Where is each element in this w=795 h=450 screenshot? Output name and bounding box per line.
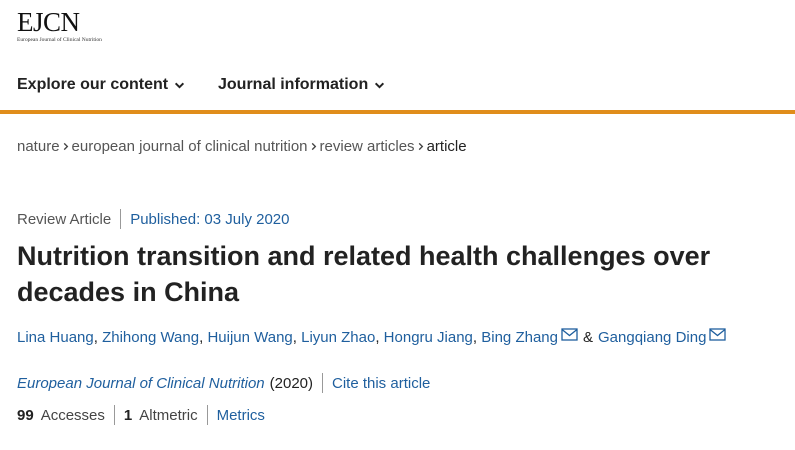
altmetric-label: Altmetric	[139, 406, 198, 424]
metrics-link[interactable]: Metrics	[217, 407, 265, 424]
logo-text: EJCN	[17, 7, 80, 37]
meta-divider	[206, 405, 208, 425]
breadcrumb: nature european journal of clinical nutr…	[17, 138, 467, 155]
author-link[interactable]: Bing Zhang	[481, 329, 558, 346]
main-nav: Explore our content Journal information	[0, 70, 795, 110]
mail-icon[interactable]	[709, 328, 727, 341]
author-link[interactable]: Hongru Jiang	[384, 329, 473, 346]
logo-subtitle: European Journal of Clinical Nutrition	[17, 37, 102, 43]
publication-year: (2020)	[269, 374, 313, 392]
chevron-down-icon	[175, 82, 185, 89]
meta-divider	[113, 405, 115, 425]
author-link[interactable]: Lina Huang	[17, 329, 94, 346]
author-link[interactable]: Gangqiang Ding	[598, 329, 706, 346]
nav-label: Explore our content	[17, 76, 169, 93]
cite-article-link[interactable]: Cite this article	[332, 375, 430, 392]
nav-accent-bar	[0, 110, 795, 114]
mail-icon[interactable]	[561, 328, 578, 341]
article-type: Review Article	[17, 210, 112, 228]
breadcrumb-item-current: article	[426, 138, 467, 155]
chevron-right-icon	[60, 142, 72, 151]
nav-label: Journal information	[218, 76, 369, 93]
article-metrics: 99 Accesses 1 Altmetric Metrics	[17, 405, 265, 425]
article-meta: Review Article Published: 03 July 2020	[17, 209, 289, 229]
journal-citation: European Journal of Clinical Nutrition (…	[17, 373, 430, 393]
journal-logo[interactable]: EJCN European Journal of Clinical Nutrit…	[17, 8, 102, 43]
author-link[interactable]: Zhihong Wang	[102, 329, 199, 346]
author-link[interactable]: Huijun Wang	[207, 329, 292, 346]
meta-divider	[120, 209, 122, 229]
chevron-down-icon	[375, 82, 385, 89]
author-ampersand: &	[582, 329, 593, 346]
breadcrumb-item-nature[interactable]: nature	[17, 138, 60, 155]
nav-journal-information[interactable]: Journal information	[218, 76, 385, 94]
breadcrumb-item-journal[interactable]: european journal of clinical nutrition	[72, 138, 308, 155]
author-list: Lina Huang, Zhihong Wang, Huijun Wang, L…	[17, 328, 727, 346]
chevron-right-icon	[415, 142, 427, 151]
altmetric-count: 1	[123, 406, 133, 424]
breadcrumb-item-review-articles[interactable]: review articles	[320, 138, 415, 155]
article-title: Nutrition transition and related health …	[17, 241, 711, 307]
accesses-label: Accesses	[40, 406, 105, 424]
meta-divider	[322, 373, 323, 393]
nav-explore-content[interactable]: Explore our content	[17, 76, 185, 94]
accesses-count: 99	[17, 406, 34, 424]
published-date: Published: 03 July 2020	[130, 210, 290, 228]
journal-name-link[interactable]: European Journal of Clinical Nutrition	[17, 375, 265, 392]
author-link[interactable]: Liyun Zhao	[301, 329, 375, 346]
chevron-right-icon	[308, 142, 320, 151]
